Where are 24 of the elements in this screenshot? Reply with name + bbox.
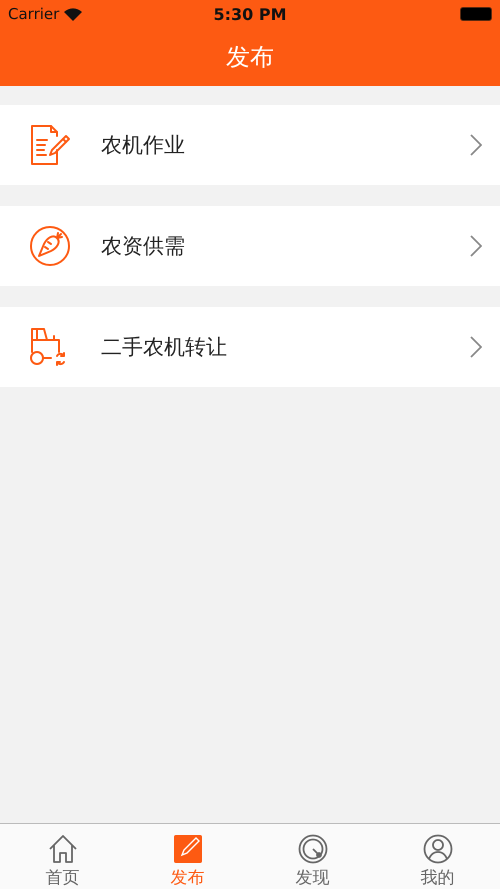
wifi-icon [64, 8, 82, 20]
status-time: 5:30 PM [213, 4, 286, 24]
document-pencil-icon [29, 124, 71, 166]
home-icon [48, 834, 78, 864]
tab-item[interactable]: 发现 [250, 824, 375, 889]
battery-icon [460, 7, 492, 21]
menu-label: 二手农机转让 [101, 334, 228, 361]
page-title: 发布 [226, 42, 274, 73]
user-icon [422, 834, 452, 864]
chevron-right-icon [470, 235, 482, 257]
chevron-right-icon [470, 336, 482, 358]
menu-row[interactable]: 农资供需 [0, 206, 500, 286]
pencil-square-icon [172, 834, 202, 864]
menu-label: 农机作业 [101, 132, 186, 159]
tab-item[interactable]: 我的 [375, 824, 500, 889]
chevron-right-icon [470, 134, 482, 156]
menu-row[interactable]: 二手农机转让 [0, 307, 500, 387]
tab-item[interactable]: 发布 [125, 824, 250, 889]
menu-row[interactable]: 农机作业 [0, 105, 500, 185]
menu-label: 农资供需 [101, 233, 186, 260]
carrier-name: Carrier [8, 5, 60, 23]
carrot-icon [29, 225, 71, 267]
gauge-icon [298, 834, 328, 864]
tab-item[interactable]: 首页 [0, 824, 125, 889]
